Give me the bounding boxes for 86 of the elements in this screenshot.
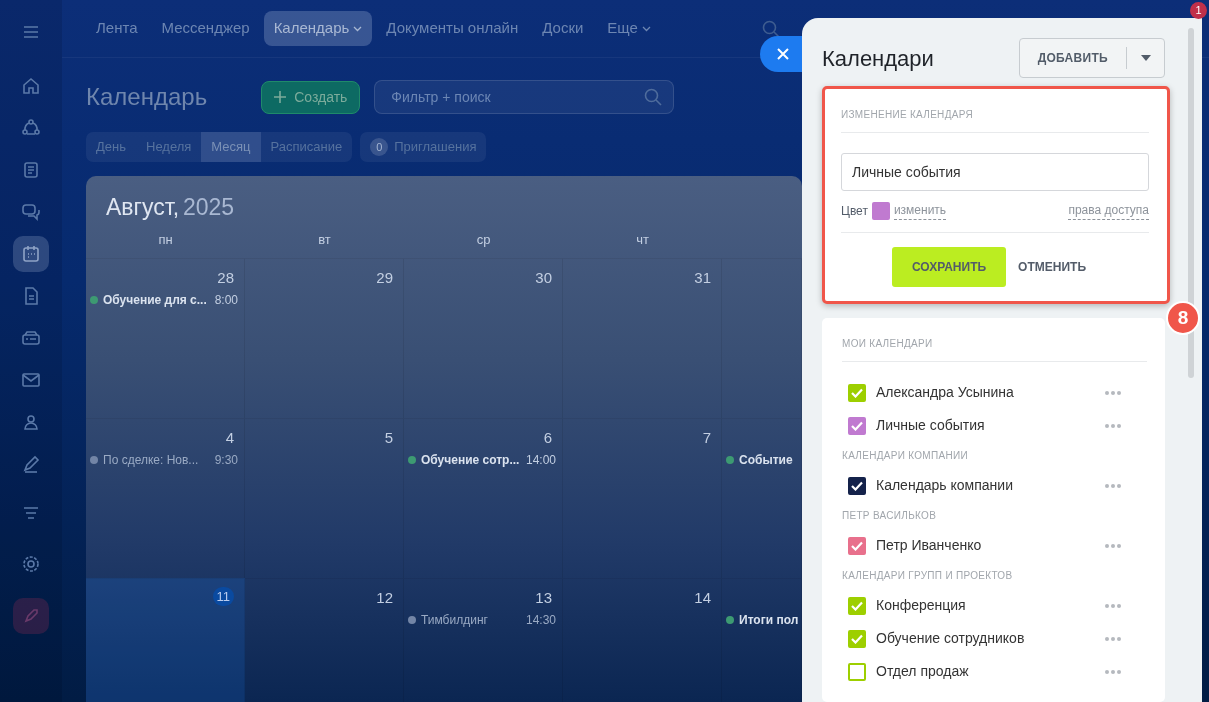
day-number: 28	[216, 267, 235, 288]
calendar-name: Обучение сотрудников	[876, 629, 1025, 648]
add-button[interactable]: ДОБАВИТЬ	[1019, 39, 1126, 77]
weekday-label: вт	[317, 231, 332, 249]
calendar-name: Петр Иванченко	[876, 536, 982, 555]
group-heading: КАЛЕНДАРИ ГРУПП И ПРОЕКТОВ	[842, 569, 1014, 583]
color-swatch[interactable]	[871, 201, 890, 220]
access-link[interactable]: права доступа	[1068, 201, 1149, 220]
nav-link[interactable]: Лента	[86, 11, 148, 46]
cancel-button[interactable]: ОТМЕНИТЬ	[1006, 247, 1098, 287]
group-heading: ПЕТР ВАСИЛЬКОВ	[842, 509, 938, 523]
day-number: 12	[375, 587, 394, 608]
calendar-event[interactable]: Обучение сотр... 14:00	[408, 451, 556, 469]
weekday-label: чт	[635, 231, 650, 249]
invitations-button[interactable]: 0 Приглашения	[360, 132, 487, 162]
day-number: 31	[693, 267, 712, 288]
section-heading: ИЗМЕНЕНИЕ КАЛЕНДАРЯ	[841, 107, 1149, 133]
caret-icon	[1140, 55, 1151, 61]
nav-link[interactable]: Еще	[597, 11, 661, 46]
year-label: 2025	[182, 193, 235, 220]
calendar-event[interactable]: По сделке: Нов... 9:30	[90, 451, 238, 469]
day-number: 29	[375, 267, 394, 288]
checkbox[interactable]	[848, 416, 866, 435]
day-number: 4	[224, 427, 235, 448]
checkbox[interactable]	[848, 383, 866, 402]
panel-title: Календари	[822, 44, 934, 73]
checkbox[interactable]	[848, 476, 866, 495]
day-cell[interactable]: 30	[404, 257, 563, 418]
save-button[interactable]: СОХРАНИТЬ	[892, 247, 1007, 287]
calendar-name: Отдел продаж	[876, 662, 969, 681]
nav-link[interactable]: Доски	[532, 11, 594, 46]
day-cell[interactable]: 28 Обучение для с... 8:00	[86, 257, 245, 418]
close-icon	[776, 47, 790, 61]
day-cell[interactable]: 6 Обучение сотр... 14:00	[404, 417, 563, 578]
day-number: 7	[701, 427, 712, 448]
calendar-name: Конференция	[876, 596, 966, 615]
nav-link[interactable]: Мессенджер	[151, 11, 260, 46]
more-icon[interactable]	[1105, 636, 1121, 641]
name-input-field[interactable]: Личные события	[841, 153, 1149, 191]
calendar-name: Личные события	[876, 416, 985, 435]
group-heading: КАЛЕНДАРИ КОМПАНИИ	[842, 449, 969, 463]
color-label: Цвет	[841, 202, 868, 220]
nav-link[interactable]: Календарь	[263, 11, 373, 46]
more-icon[interactable]	[1105, 603, 1121, 608]
day-cell[interactable]: 12	[245, 577, 404, 702]
day-number: 30	[534, 267, 553, 288]
day-cell[interactable]: 13 Тимбилдинг 14:30	[404, 577, 563, 702]
calendar-event[interactable]: Обучение для с... 8:00	[90, 291, 238, 309]
day-cell[interactable]: 4 По сделке: Нов... 9:30	[86, 417, 245, 578]
checkbox[interactable]	[848, 662, 866, 681]
page-title: Календарь	[86, 82, 208, 112]
month-title: Август,	[106, 193, 180, 220]
more-icon[interactable]	[1105, 423, 1121, 428]
calendar-event[interactable]: Событие	[726, 450, 795, 469]
checkbox[interactable]	[848, 536, 866, 555]
calendar-name: Александра Усынина	[876, 383, 1014, 402]
search-icon	[644, 88, 663, 106]
day-cell[interactable]: 14	[563, 577, 722, 702]
day-cell[interactable]: 31	[563, 257, 722, 418]
checkbox[interactable]	[848, 596, 866, 615]
weekday-label: пн	[157, 231, 174, 249]
group-heading: МОИ КАЛЕНДАРИ	[842, 336, 1147, 362]
day-number: 13	[534, 587, 553, 608]
day-cell[interactable]: 29	[245, 257, 404, 418]
calendar-event[interactable]: Тимбилдинг 14:30	[408, 611, 556, 629]
notification-badge: 1	[1190, 2, 1207, 19]
day-number: 5	[383, 427, 394, 448]
step-number-badge: 8	[1166, 301, 1200, 335]
more-icon[interactable]	[1105, 543, 1121, 548]
checkbox[interactable]	[848, 629, 866, 648]
more-icon[interactable]	[1105, 390, 1121, 395]
plus-icon	[274, 91, 287, 103]
day-cell[interactable]: 11	[86, 577, 245, 702]
change-link[interactable]: изменить	[893, 201, 947, 220]
day-number: 6	[542, 427, 553, 448]
day-number: 11	[212, 586, 234, 606]
more-icon[interactable]	[1105, 669, 1121, 674]
nav-link[interactable]: Документы онлайн	[376, 11, 529, 46]
calendar-icon[interactable]	[13, 236, 49, 272]
calendar-name: Календарь компании	[876, 476, 1013, 495]
day-number: 14	[693, 587, 712, 608]
day-cell[interactable]: 5	[245, 417, 404, 578]
day-cell[interactable]: 7	[563, 417, 722, 578]
more-icon[interactable]	[1105, 483, 1121, 488]
search-icon[interactable]	[762, 20, 780, 38]
weekday-label: ср	[475, 231, 492, 249]
